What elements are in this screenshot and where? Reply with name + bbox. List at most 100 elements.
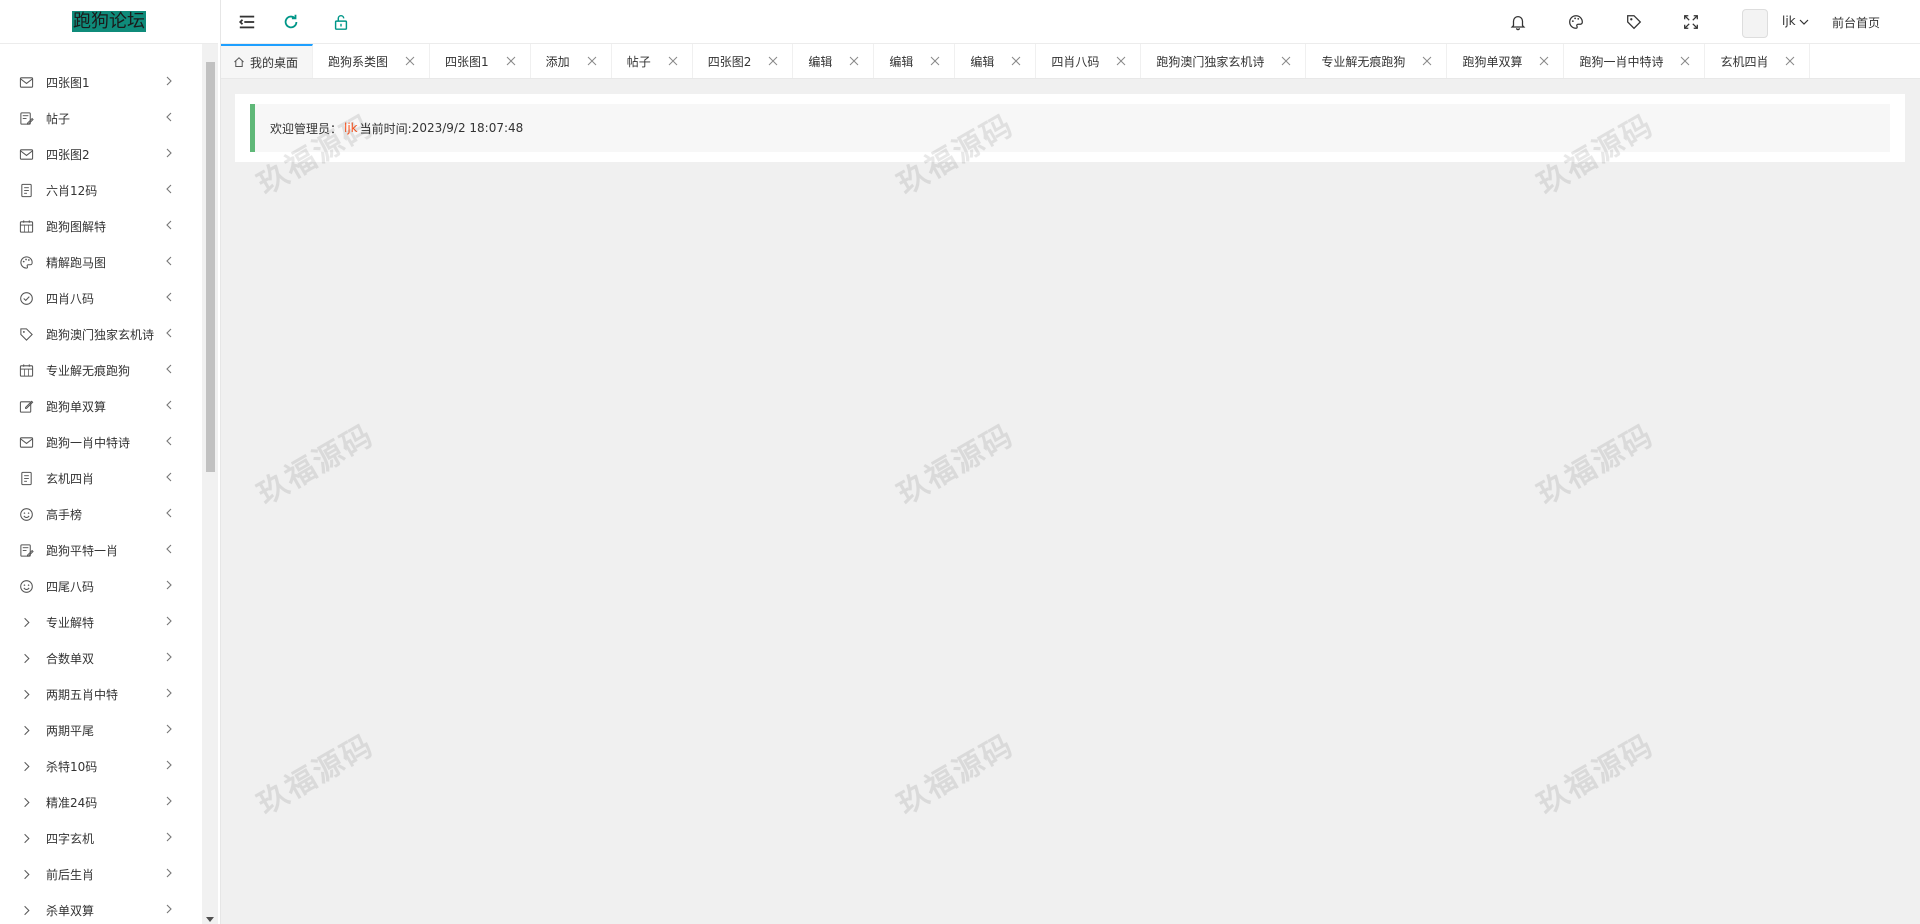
sidebar-item[interactable]: 六肖12码 — [0, 172, 200, 208]
sidebar-item[interactable]: 四张图2 — [0, 136, 200, 172]
sidebar-scrollbar[interactable] — [202, 44, 218, 924]
tab-bar: 我的桌面 跑狗系类图 四张图1 添加 帖子 四张图2 编辑 编辑 编辑 四肖八码 跑狗澳门独家玄机诗… — [221, 44, 1920, 79]
close-icon[interactable] — [1116, 56, 1126, 66]
tab[interactable]: 跑狗澳门独家玄机诗 — [1141, 44, 1307, 78]
watermark: 玖福源码 — [251, 727, 380, 823]
tab[interactable]: 跑狗一肖中特诗 — [1564, 44, 1706, 78]
user-name[interactable]: ljk — [1782, 14, 1796, 28]
sidebar-item[interactable]: 跑狗单双算 — [0, 388, 200, 424]
logo-text[interactable]: 跑狗论坛 — [72, 11, 146, 32]
close-icon[interactable] — [930, 56, 940, 66]
sidebar-item[interactable]: 玄机四肖 — [0, 460, 200, 496]
tab[interactable]: 我的桌面 — [221, 44, 314, 78]
close-icon[interactable] — [1680, 56, 1690, 66]
sidebar-item[interactable]: 四肖八码 — [0, 280, 200, 316]
edit-note-icon — [18, 542, 34, 558]
chevron-left-icon — [163, 471, 175, 483]
welcome-user: ljk — [344, 121, 358, 135]
tab[interactable]: 四张图2 — [693, 44, 794, 78]
sidebar-item[interactable]: 前后生肖 — [0, 856, 200, 892]
close-icon[interactable] — [849, 56, 859, 66]
sidebar-item[interactable]: 两期五肖中特 — [0, 676, 200, 712]
sidebar-item[interactable]: 跑狗一肖中特诗 — [0, 424, 200, 460]
sidebar-item[interactable]: 精准24码 — [0, 784, 200, 820]
sidebar-item[interactable]: 杀特10码 — [0, 748, 200, 784]
tab-label: 跑狗澳门独家玄机诗 — [1156, 54, 1265, 69]
sidebar-item[interactable]: 专业解特 — [0, 604, 200, 640]
close-icon[interactable] — [506, 56, 516, 66]
sidebar-item[interactable]: 四字玄机 — [0, 820, 200, 856]
tab[interactable]: 四张图1 — [430, 44, 531, 78]
calendar-icon — [18, 218, 34, 234]
sidebar-item-label: 杀特10码 — [46, 759, 98, 774]
sidebar-item[interactable]: 杀单双算 — [0, 892, 200, 924]
close-icon[interactable] — [587, 56, 597, 66]
edit-icon — [18, 398, 34, 414]
sidebar-item-label: 专业解特 — [46, 615, 95, 630]
watermark: 玖福源码 — [891, 417, 1020, 513]
sidebar-item[interactable]: 跑狗澳门独家玄机诗 — [0, 316, 200, 352]
chevron-right-icon — [18, 866, 34, 882]
sidebar-item-label: 两期平尾 — [46, 723, 95, 738]
chevron-right-icon — [163, 651, 175, 663]
chevron-left-icon — [163, 111, 175, 123]
sidebar-item[interactable]: 两期平尾 — [0, 712, 200, 748]
tab[interactable]: 编辑 — [955, 44, 1037, 78]
close-icon[interactable] — [405, 56, 415, 66]
chevron-right-icon — [163, 867, 175, 879]
sidebar-item[interactable]: 四尾八码 — [0, 568, 200, 604]
watermark: 玖福源码 — [251, 417, 380, 513]
chevron-down-icon[interactable] — [1798, 16, 1810, 28]
tab[interactable]: 跑狗单双算 — [1447, 44, 1565, 78]
tab[interactable]: 专业解无痕跑狗 — [1306, 44, 1448, 78]
welcome-card: 欢迎管理员： ljk 当前时间: 2023/9/2 18:07:48 — [235, 94, 1905, 162]
tab[interactable]: 编辑 — [793, 44, 875, 78]
close-icon[interactable] — [1281, 56, 1291, 66]
tab-label: 跑狗一肖中特诗 — [1579, 54, 1664, 69]
chevron-left-icon — [163, 507, 175, 519]
refresh-icon[interactable] — [281, 12, 301, 32]
sidebar-item[interactable]: 四张图1 — [0, 64, 200, 100]
theme-palette-icon[interactable] — [1566, 12, 1586, 32]
sidebar-item[interactable]: 合数单双 — [0, 640, 200, 676]
close-icon[interactable] — [668, 56, 678, 66]
close-icon[interactable] — [1785, 56, 1795, 66]
scroll-down-arrow-icon[interactable] — [206, 917, 214, 922]
time-label: 当前时间: — [359, 121, 412, 136]
lock-icon[interactable] — [331, 12, 351, 32]
chevron-right-icon — [18, 686, 34, 702]
close-icon[interactable] — [1011, 56, 1021, 66]
tab[interactable]: 跑狗系类图 — [313, 44, 431, 78]
close-icon[interactable] — [1422, 56, 1432, 66]
sidebar-item[interactable]: 跑狗图解特 — [0, 208, 200, 244]
sidebar-item[interactable]: 专业解无痕跑狗 — [0, 352, 200, 388]
tab[interactable]: 添加 — [531, 44, 612, 78]
bell-icon[interactable] — [1508, 12, 1528, 32]
sidebar-item[interactable]: 帖子 — [0, 100, 200, 136]
tab[interactable]: 四肖八码 — [1036, 44, 1142, 78]
chevron-right-icon — [163, 579, 175, 591]
sidebar-item-label: 跑狗一肖中特诗 — [46, 435, 131, 450]
tab[interactable]: 玄机四肖 — [1705, 44, 1811, 78]
fullscreen-icon[interactable] — [1681, 12, 1701, 32]
close-icon[interactable] — [1539, 56, 1549, 66]
front-home-link[interactable]: 前台首页 — [1832, 14, 1880, 31]
sidebar-item[interactable]: 跑狗平特一肖 — [0, 532, 200, 568]
chevron-right-icon — [18, 830, 34, 846]
sidebar-item-label: 跑狗平特一肖 — [46, 543, 119, 558]
smile-icon — [18, 578, 34, 594]
scrollbar-thumb[interactable] — [206, 62, 215, 472]
chevron-left-icon — [163, 435, 175, 447]
top-header: ljk 前台首页 — [221, 0, 1920, 44]
sidebar-item[interactable]: 高手榜 — [0, 496, 200, 532]
tab[interactable]: 编辑 — [874, 44, 956, 78]
avatar[interactable] — [1742, 9, 1768, 38]
sidebar-item[interactable]: 精解跑马图 — [0, 244, 200, 280]
menu-toggle-icon[interactable] — [237, 12, 257, 32]
time-value: 2023/9/2 18:07:48 — [411, 121, 524, 135]
close-icon[interactable] — [768, 56, 778, 66]
chevron-left-icon — [163, 399, 175, 411]
sidebar-item-label: 专业解无痕跑狗 — [46, 363, 131, 378]
tab[interactable]: 帖子 — [612, 44, 693, 78]
tag-icon[interactable] — [1624, 12, 1644, 32]
